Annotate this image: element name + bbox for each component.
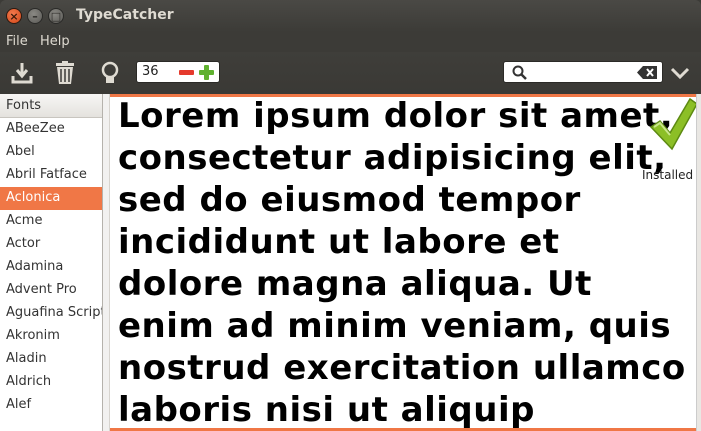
trash-icon[interactable] [52, 60, 78, 86]
font-list-item[interactable]: Acme [0, 210, 102, 233]
font-list-item[interactable]: Alef [0, 394, 102, 417]
font-list: Fonts ABeeZee Abel Abril Fatface Aclonica Ac… [0, 94, 103, 431]
font-list-item[interactable]: Aldrich [0, 371, 102, 394]
menu-help[interactable]: Help [40, 34, 70, 49]
font-list-item[interactable]: Aladin [0, 348, 102, 371]
font-size-value[interactable]: 36 [142, 64, 159, 79]
checkmark-icon [649, 97, 698, 151]
font-list-header[interactable]: Fonts [0, 94, 102, 118]
close-window-button[interactable]: × [6, 8, 22, 24]
menu-bar: File Help [0, 32, 701, 52]
preview-scrollbar[interactable] [696, 94, 701, 431]
font-list-item[interactable]: Adamina [0, 256, 102, 279]
maximize-window-button[interactable]: □ [48, 8, 64, 24]
search-icon [512, 65, 527, 80]
font-list-item[interactable]: Abel [0, 141, 102, 164]
clear-search-icon[interactable] [637, 66, 657, 79]
font-size-stepper[interactable]: 36 [136, 61, 220, 83]
download-icon[interactable] [9, 60, 35, 86]
preview-text: Lorem ipsum dolor sit amet, consectetur … [118, 96, 686, 430]
increase-size-icon [204, 65, 209, 80]
font-list-item[interactable]: Aguafina Script [0, 302, 102, 325]
decrease-size-button[interactable] [179, 70, 194, 75]
font-list-item[interactable]: Abril Fatface [0, 164, 102, 187]
font-list-item[interactable]: Akronim [0, 325, 102, 348]
font-list-item[interactable]: Aclonica [0, 187, 102, 210]
font-list-item[interactable]: Advent Pro [0, 279, 102, 302]
title-bar: × – □ TypeCatcher [0, 0, 701, 32]
font-preview: Lorem ipsum dolor sit amet, consectetur … [110, 94, 701, 431]
search-field[interactable] [503, 61, 663, 83]
minimize-window-button[interactable]: – [27, 8, 43, 24]
chevron-down-icon[interactable] [668, 62, 692, 84]
font-list-item[interactable]: ABeeZee [0, 118, 102, 141]
pane-separator[interactable] [103, 94, 110, 431]
lightbulb-icon[interactable] [97, 60, 123, 86]
font-list-item[interactable]: Actor [0, 233, 102, 256]
installed-status: Installed [642, 168, 694, 182]
menu-file[interactable]: File [6, 34, 28, 49]
window-title: TypeCatcher [76, 7, 174, 23]
